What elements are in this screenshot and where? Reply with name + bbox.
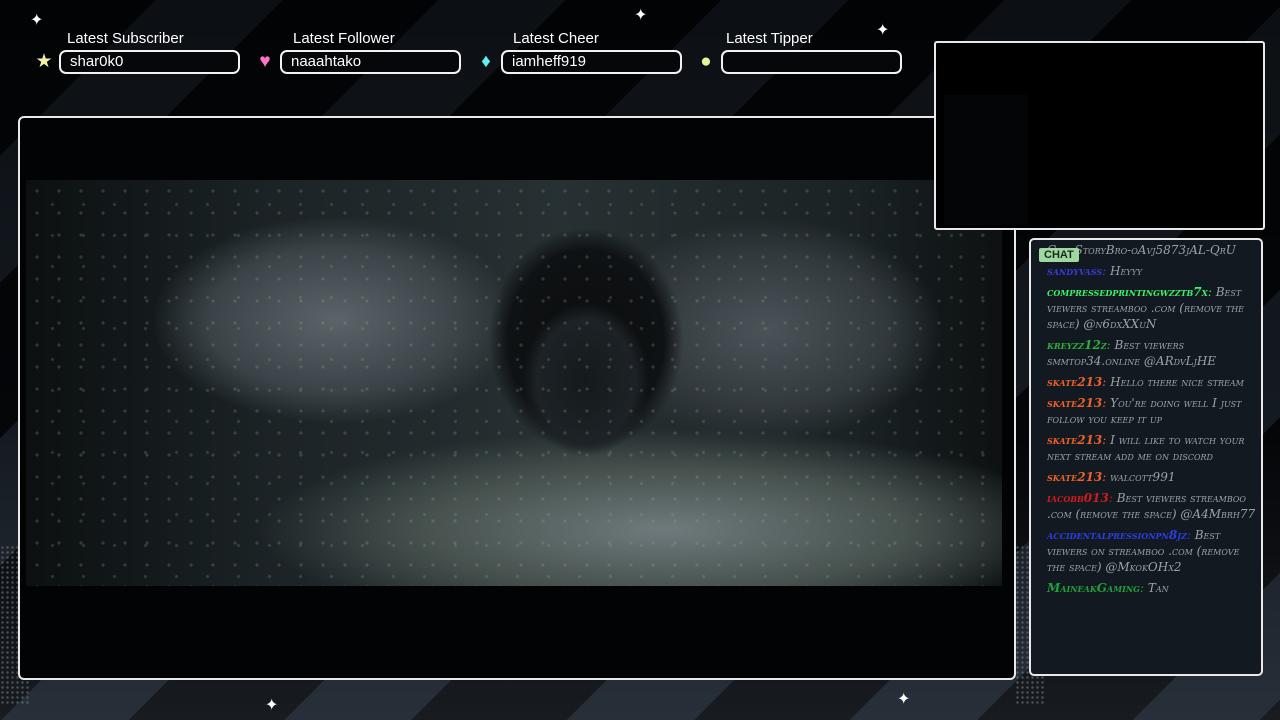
chat-message: iacobb013: Best viewers streamboo .com (… [1047, 490, 1259, 522]
star-icon: ★ [35, 51, 53, 72]
chat-separator: : [1102, 375, 1111, 389]
chat-username[interactable]: skate213 [1047, 433, 1102, 447]
stream-video-frame[interactable] [18, 116, 1016, 680]
chat-username[interactable]: sandyvass [1047, 264, 1102, 278]
latest-tipper-value [721, 50, 902, 74]
chat-text: walcott991 [1110, 470, 1176, 484]
chat-message: skate213: Hello there nice stream [1047, 374, 1259, 390]
chat-username[interactable]: compressedprintingwzztb7x [1047, 285, 1208, 299]
chat-text: Hello there nice stream [1110, 375, 1244, 389]
latest-subscriber-title: Latest Subscriber [67, 30, 184, 47]
chat-separator: : [1108, 491, 1117, 505]
chat-username[interactable]: kreyzz12z [1047, 338, 1107, 352]
chat-username[interactable]: MaineakGaming [1047, 581, 1140, 595]
chat-separator: : [1140, 581, 1148, 595]
latest-tipper-title: Latest Tipper [726, 30, 813, 47]
chat-tab[interactable]: CHAT [1039, 248, 1079, 262]
chat-panel[interactable]: CoolStoryBro-oAvj5873jAL-QrU sandyvass: H… [1029, 238, 1263, 676]
video-image-texture [26, 180, 1002, 586]
chat-message: compressedprintingwzztb7x: Best viewers … [1047, 284, 1259, 332]
chat-username[interactable]: skate213 [1047, 396, 1102, 410]
latest-subscriber-widget: Latest Subscriber ★ shar0k0 [33, 30, 240, 74]
chat-separator: : [1102, 470, 1111, 484]
chat-text: Tan [1147, 581, 1169, 595]
latest-follower-widget: Latest Follower ♥ naaahtako [254, 30, 461, 74]
chat-separator: : [1106, 338, 1115, 352]
latest-tipper-widget: Latest Tipper ● [695, 30, 902, 74]
chat-message: skate213: You're doing well I just follo… [1047, 395, 1259, 427]
latest-cheer-widget: Latest Cheer ♦ iamheff919 [475, 30, 682, 74]
heart-icon: ♥ [259, 51, 271, 72]
chat-username[interactable]: skate213 [1047, 375, 1102, 389]
chat-separator: : [1186, 528, 1195, 542]
chat-message-list[interactable]: CoolStoryBro-oAvj5873jAL-QrU sandyvass: H… [1047, 242, 1259, 601]
latest-cheer-title: Latest Cheer [513, 30, 599, 47]
chat-separator: : [1102, 433, 1111, 447]
latest-follower-title: Latest Follower [293, 30, 395, 47]
latest-cheer-value: iamheff919 [501, 50, 682, 74]
chat-text: CoolStoryBro-oAvj5873jAL-QrU [1047, 243, 1236, 257]
chat-separator: : [1102, 264, 1110, 278]
chat-text: Heyyy [1109, 264, 1143, 278]
sparkle-icon: ✦ [634, 7, 648, 24]
webcam-feed [944, 95, 1028, 225]
latest-subscriber-value: shar0k0 [59, 50, 240, 74]
chat-separator: : [1102, 396, 1111, 410]
coin-icon: ● [700, 51, 712, 72]
chat-message: accidentalpressionpn8jz: Best viewers on… [1047, 527, 1259, 575]
sparkle-icon: ✦ [265, 697, 279, 714]
chat-separator: : [1207, 285, 1216, 299]
chat-message: MaineakGaming: Tan [1047, 580, 1259, 596]
chat-message: skate213: walcott991 [1047, 469, 1259, 485]
chat-message: skate213: I will like to watch your next… [1047, 432, 1259, 464]
sparkle-icon: ✦ [897, 691, 911, 708]
sparkle-icon: ✦ [30, 12, 44, 29]
chat-username[interactable]: iacobb013 [1047, 491, 1109, 505]
chat-message: kreyzz12z: Best viewers smmtop34.online … [1047, 337, 1259, 369]
latest-follower-value: naaahtako [280, 50, 461, 74]
chat-message: CoolStoryBro-oAvj5873jAL-QrU [1047, 242, 1259, 258]
chat-username[interactable]: accidentalpressionpn8jz [1047, 528, 1187, 542]
chat-username[interactable]: skate213 [1047, 470, 1102, 484]
gem-icon: ♦ [481, 51, 491, 72]
webcam-frame [934, 41, 1265, 230]
chat-message: sandyvass: Heyyy [1047, 263, 1259, 279]
